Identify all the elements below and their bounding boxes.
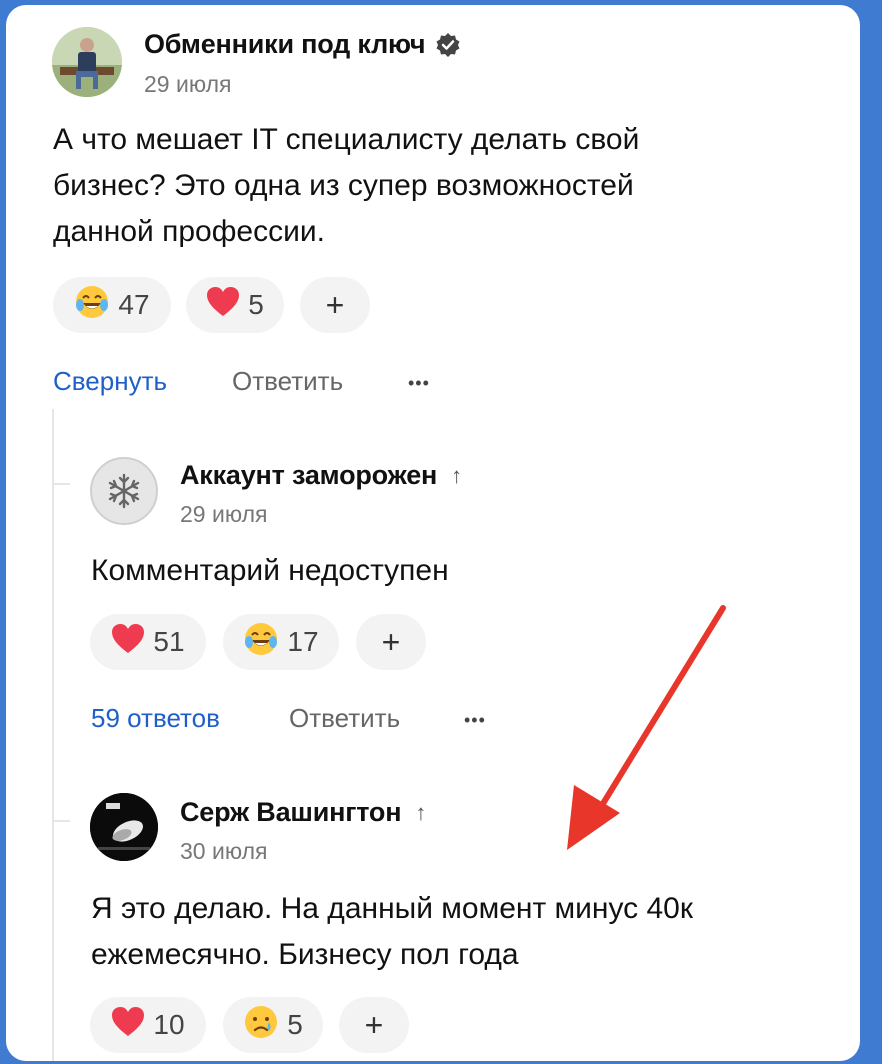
annotation-arrow-icon	[567, 605, 726, 850]
post-frame: Обменники под ключ 29 июля А что мешает …	[6, 5, 860, 1061]
